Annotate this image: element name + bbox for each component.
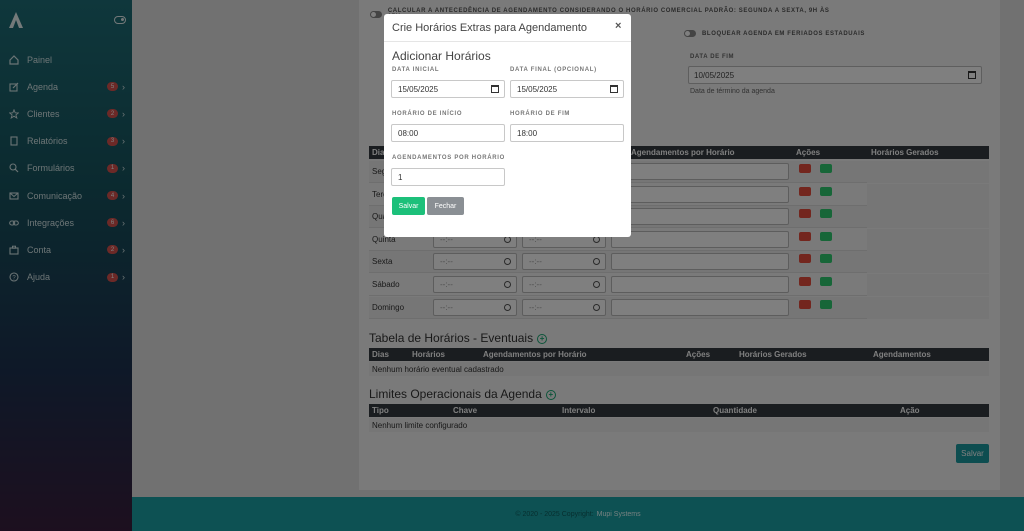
modal-header: Crie Horários Extras para Agendamento × — [384, 14, 631, 42]
end-date-input[interactable]: 15/05/2025 — [510, 80, 624, 98]
modal-save-button[interactable]: Salvar — [392, 197, 425, 215]
start-time-label: HORÁRIO DE INÍCIO — [392, 111, 463, 117]
per-slot-value: 1 — [398, 172, 403, 182]
end-date-value: 15/05/2025 — [517, 84, 558, 94]
extra-hours-modal: Crie Horários Extras para Agendamento × … — [384, 14, 631, 237]
start-time-input[interactable]: 08:00 — [391, 124, 505, 142]
end-date-label: DATA FINAL (OPCIONAL) — [510, 67, 597, 73]
start-date-value: 15/05/2025 — [398, 84, 439, 94]
end-time-input[interactable]: 18:00 — [510, 124, 624, 142]
modal-title: Crie Horários Extras para Agendamento — [392, 22, 588, 34]
modal-subtitle: Adicionar Horários — [392, 49, 491, 63]
per-slot-input[interactable]: 1 — [391, 168, 505, 186]
per-slot-label: AGENDAMENTOS POR HORÁRIO — [392, 155, 506, 161]
calendar-icon[interactable] — [610, 85, 618, 93]
start-date-label: DATA INICIAL — [392, 67, 440, 73]
start-date-input[interactable]: 15/05/2025 — [391, 80, 505, 98]
end-time-value: 18:00 — [517, 128, 538, 138]
calendar-icon[interactable] — [491, 85, 499, 93]
end-time-label: HORÁRIO DE FIM — [510, 111, 571, 117]
close-icon[interactable]: × — [615, 20, 621, 32]
start-time-value: 08:00 — [398, 128, 419, 138]
modal-close-button[interactable]: Fechar — [427, 197, 464, 215]
